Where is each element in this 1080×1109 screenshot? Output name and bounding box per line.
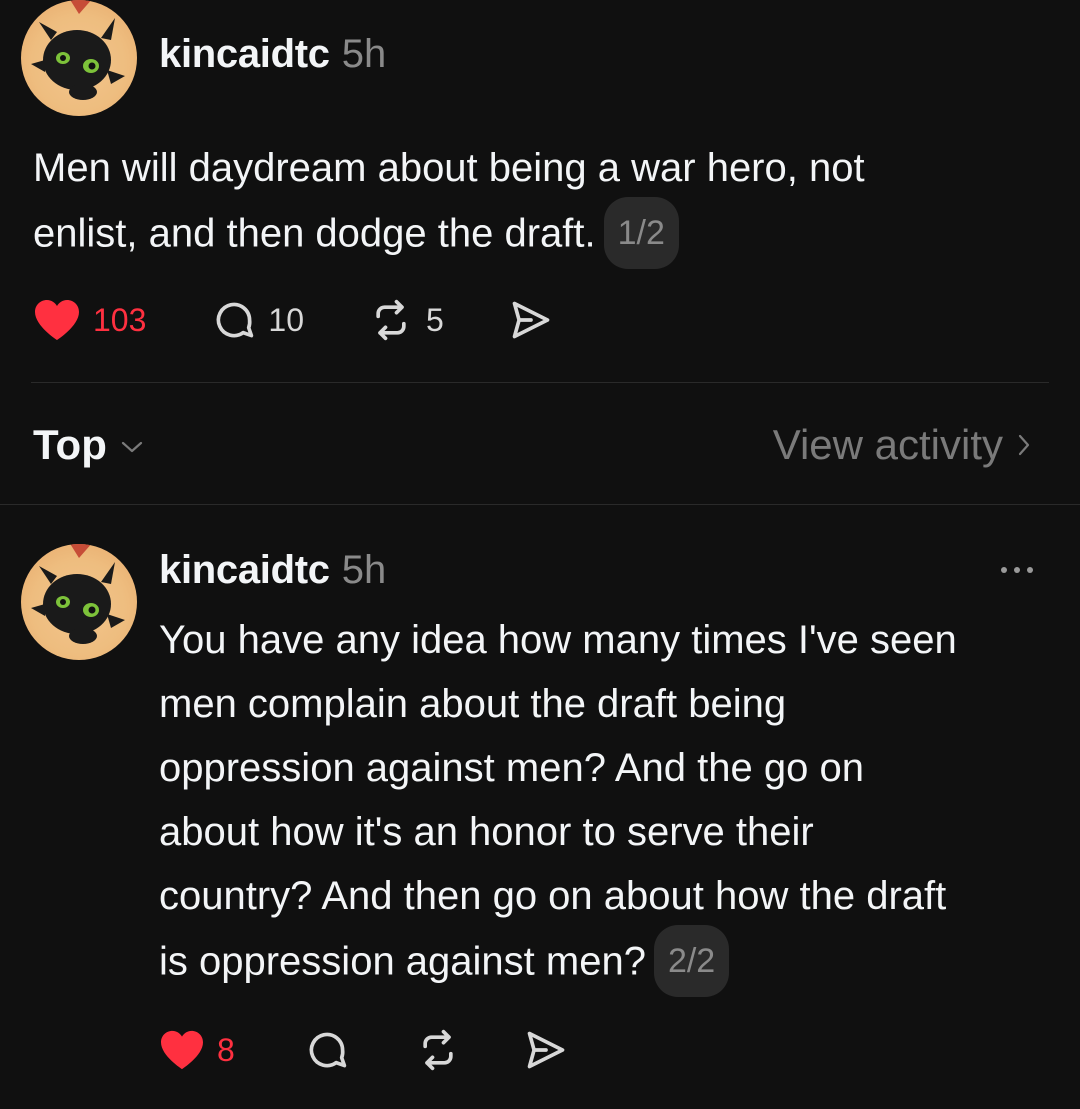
post-header: kincaidtc 5h — [159, 32, 386, 77]
repost-button[interactable]: 5 — [368, 298, 444, 342]
reply-button[interactable] — [305, 1028, 349, 1072]
reply-text-line: country? And then go on about how the dr… — [159, 874, 947, 918]
like-count: 103 — [93, 301, 147, 338]
post-text-segment: enlist, and then dodge the draft. — [33, 211, 596, 256]
reply-text-segment: is oppression against men? — [159, 939, 646, 984]
repost-button[interactable] — [415, 1028, 461, 1072]
reply-text-line: oppression against men? And the go on — [159, 746, 864, 790]
reply-text-line: You have any idea how many times I've se… — [159, 618, 957, 662]
heart-icon — [161, 1030, 203, 1070]
heart-icon — [35, 300, 79, 340]
comment-icon — [309, 1032, 347, 1068]
repost-icon — [376, 299, 406, 341]
reply-count: 10 — [268, 301, 304, 338]
post-text-line: Men will daydream about being a war hero… — [33, 146, 865, 190]
view-activity-label: View activity — [772, 421, 1003, 468]
view-activity-link[interactable]: View activity — [773, 421, 1033, 469]
divider — [31, 382, 1049, 383]
share-icon — [512, 301, 550, 339]
dragon-avatar-image — [31, 544, 125, 644]
reply-text-line: is oppression against men? 2/2 — [159, 925, 1059, 1000]
thread-index-badge: 2/2 — [653, 925, 730, 997]
chevron-right-icon — [1018, 434, 1030, 456]
share-icon — [527, 1031, 565, 1069]
like-count: 8 — [217, 1031, 235, 1068]
timestamp: 5h — [341, 548, 387, 592]
avatar[interactable] — [21, 544, 137, 660]
share-button[interactable] — [508, 298, 554, 342]
username[interactable]: kincaidtc — [159, 548, 330, 593]
sort-dropdown[interactable]: Top — [33, 421, 145, 469]
post-text-line: enlist, and then dodge the draft. 1/2 — [33, 197, 1053, 272]
reply-body: You have any idea how many times I've se… — [159, 608, 1059, 1000]
like-button[interactable]: 8 — [159, 1029, 235, 1071]
post-body: Men will daydream about being a war hero… — [33, 136, 1053, 272]
username[interactable]: kincaidtc — [159, 32, 330, 77]
chevron-down-icon — [121, 441, 142, 453]
reply-button[interactable]: 10 — [212, 298, 304, 342]
repost-count: 5 — [425, 301, 444, 338]
sort-label: Top — [33, 421, 107, 468]
like-button[interactable]: 103 — [33, 298, 146, 342]
reply-header: kincaidtc 5h — [159, 548, 386, 593]
avatar[interactable] — [21, 0, 137, 116]
reply-text-line: men complain about the draft being — [159, 682, 787, 726]
timestamp: 5h — [341, 32, 387, 76]
thread-index-badge: 1/2 — [603, 197, 679, 269]
action-bar: 103 10 5 — [33, 298, 554, 342]
share-button[interactable] — [523, 1028, 569, 1072]
repost-icon — [423, 1029, 453, 1071]
more-icon — [1001, 567, 1033, 573]
section-divider — [0, 504, 1080, 505]
comment-icon — [217, 302, 254, 338]
reply-action-bar: 8 — [159, 1028, 569, 1072]
dragon-avatar-image — [31, 0, 125, 100]
reply-text-line: about how it's an honor to serve their — [159, 810, 814, 854]
more-button[interactable] — [998, 562, 1038, 583]
